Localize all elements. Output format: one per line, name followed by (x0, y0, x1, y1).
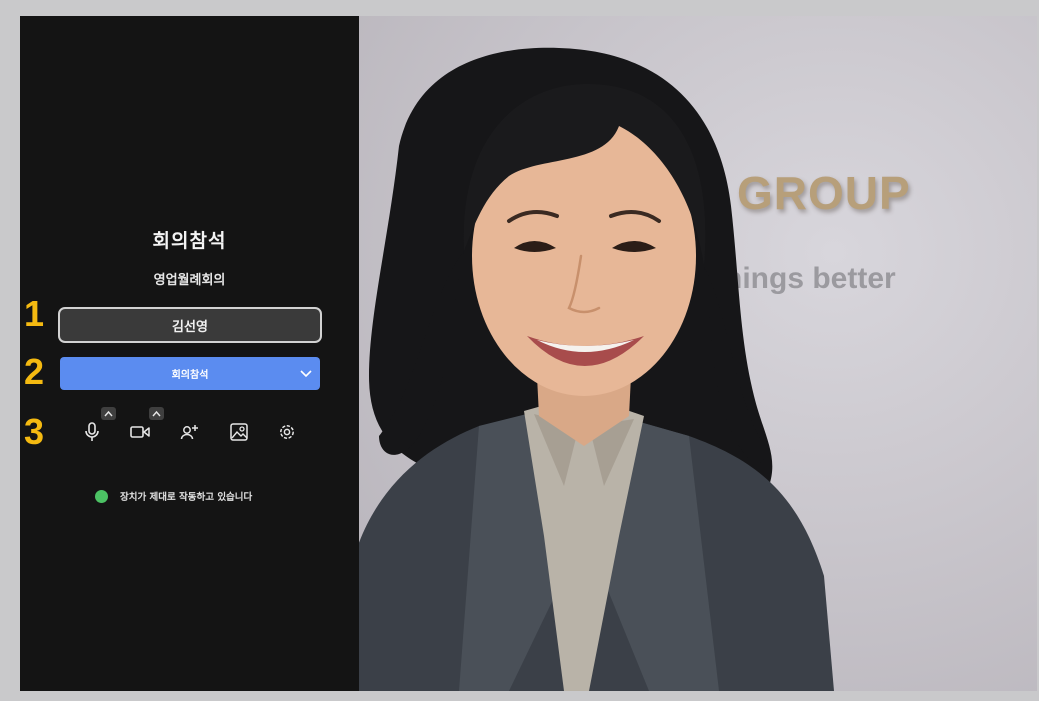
status-ok-indicator (95, 489, 108, 503)
meeting-name: 영업월례회의 (153, 273, 226, 288)
join-meeting-button[interactable]: 회의참석 (60, 357, 320, 390)
background-button[interactable] (227, 420, 251, 444)
camera-button[interactable] (128, 420, 152, 444)
camera-preview: N GROUP e things better (359, 16, 1037, 691)
microphone-options-button[interactable] (101, 407, 116, 420)
join-meeting-label: 회의참석 (171, 370, 209, 381)
device-status: 장치가 제대로 작동하고 있습니다 (95, 488, 252, 504)
microphone-icon (85, 422, 99, 441)
invite-button[interactable] (178, 420, 202, 444)
add-person-icon (180, 425, 198, 440)
meeting-join-screen: 회의참석 영업월례회의 회의참석 (20, 16, 1037, 691)
display-name-input[interactable] (58, 307, 322, 343)
video-camera-icon (130, 426, 150, 438)
device-controls (80, 407, 310, 448)
person-video-feed (359, 47, 834, 691)
window-frame: 회의참석 영업월례회의 회의참석 (0, 0, 1039, 701)
chevron-up-icon (104, 410, 113, 417)
chevron-up-icon (152, 410, 161, 417)
step-marker-2: 2 (24, 351, 45, 392)
camera-options-button[interactable] (149, 407, 164, 420)
settings-icon (280, 425, 294, 439)
chevron-down-icon[interactable] (298, 365, 314, 381)
settings-button[interactable] (275, 420, 299, 444)
background-image-icon (230, 423, 248, 441)
microphone-button[interactable] (80, 420, 104, 444)
step-marker-3: 3 (24, 411, 45, 452)
dialog-title: 회의참석 (152, 230, 227, 252)
step-marker-1: 1 (24, 293, 45, 334)
join-panel: 회의참석 영업월례회의 회의참석 (20, 16, 359, 691)
device-status-text: 장치가 제대로 작동하고 있습니다 (120, 492, 253, 503)
